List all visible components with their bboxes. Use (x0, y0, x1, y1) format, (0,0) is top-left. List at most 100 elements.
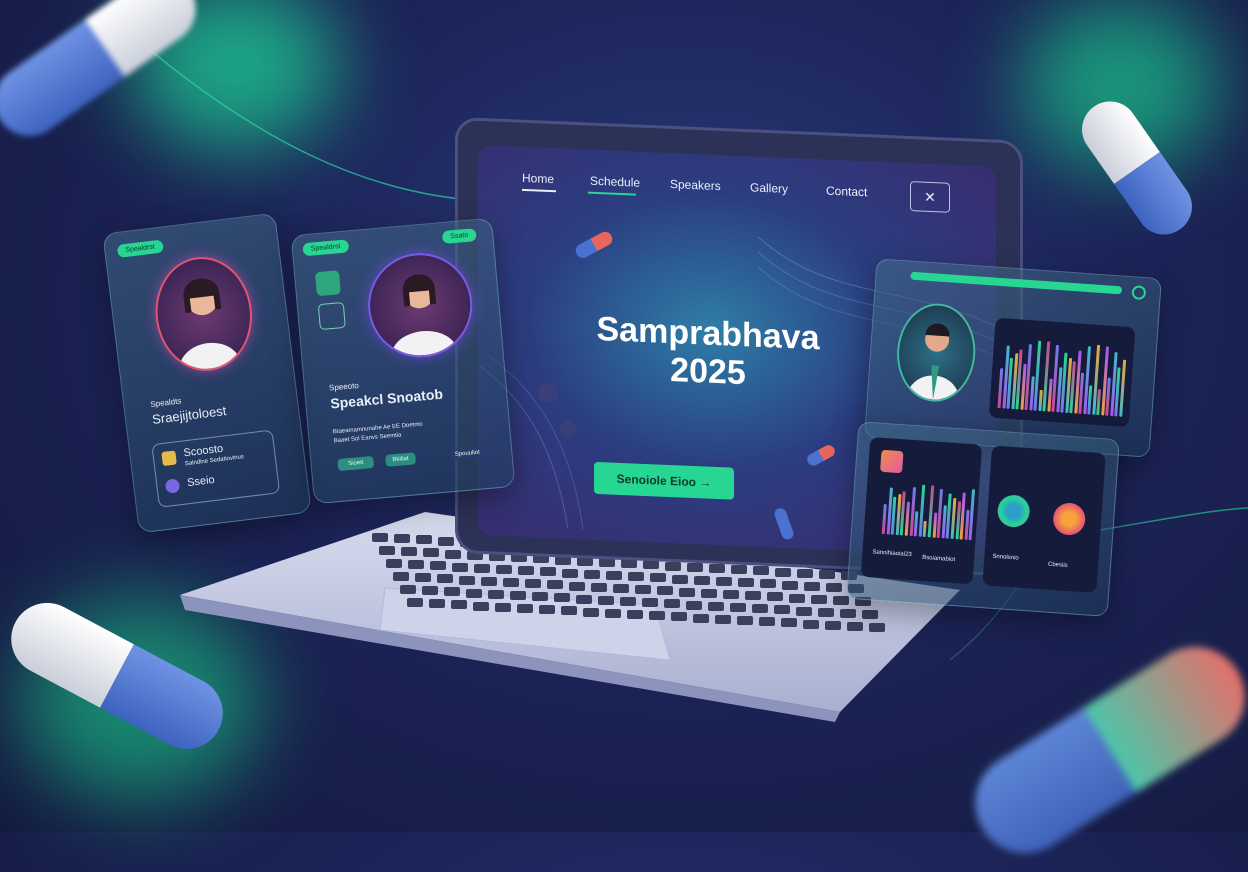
video-icon[interactable] (314, 270, 341, 297)
keyboard-key (825, 620, 841, 630)
keyboard-key (738, 578, 754, 588)
speaker-mid-btn1[interactable]: Sioeit (337, 455, 375, 472)
keyboard-key (408, 560, 424, 570)
keyboard-key (760, 579, 776, 589)
speaker-mid-btn3[interactable]: Spouuliot (448, 446, 486, 462)
person-icon (905, 323, 960, 402)
keyboard-key (708, 601, 724, 611)
speaker-info-box: Scoosto Salndine Sedatiovinus Sseio (151, 429, 281, 508)
keyboard-key (804, 581, 820, 591)
stats-caption1: Sannihiaoiai23 (872, 549, 912, 559)
keyboard-key (642, 598, 658, 608)
calendar-icon (161, 450, 177, 467)
search-icon[interactable] (1131, 285, 1147, 301)
stats-avatar (895, 303, 977, 403)
hero-cta-button[interactable]: Senoiole Eioo → (594, 461, 734, 500)
keyboard-key (767, 592, 783, 602)
keyboard-key (437, 574, 453, 584)
equalizer-bar (922, 520, 928, 538)
keyboard-key (796, 606, 812, 616)
close-button[interactable]: ✕ (910, 181, 950, 213)
keyboard-key (525, 579, 541, 589)
keyboard-key (576, 594, 592, 604)
keyboard-key (694, 575, 710, 585)
keyboard-key (422, 586, 438, 596)
keyboard-key (511, 553, 527, 563)
keyboard-key (649, 611, 665, 621)
keyboard-key (774, 605, 790, 615)
keyboard-key (665, 561, 681, 571)
keyboard-key (394, 534, 410, 544)
keyboard-key (686, 600, 702, 610)
keyboard-key (401, 547, 417, 557)
keyboard-key (488, 589, 504, 599)
speaker-card-left[interactable]: Spealdrst Spealdts Sraejijtoloest Scoost… (102, 212, 312, 534)
keyboard-key (561, 606, 577, 616)
bar-chart-bottom (873, 482, 976, 551)
keyboard-key (693, 613, 709, 623)
keyboard-key (789, 593, 805, 603)
stats-caption3: Snnolsnio (992, 553, 1019, 562)
keyboard-key (496, 565, 512, 574)
keyboard-key (451, 600, 467, 610)
keyboard-key (532, 592, 548, 602)
speaker-mid-btn2[interactable]: Bkiliat (385, 452, 417, 467)
keyboard-key (459, 575, 475, 585)
keyboard-key (737, 616, 753, 625)
keyboard-key (635, 585, 651, 595)
keyboard-key (716, 577, 732, 586)
dial-icon-teal[interactable] (996, 494, 1031, 529)
nav-speakers[interactable]: Speakers (670, 177, 721, 193)
location-icon (164, 478, 181, 494)
keyboard-key (759, 617, 775, 627)
keyboard-key (819, 570, 835, 579)
keyboard-key (833, 596, 849, 605)
dial-icon-orange[interactable] (1052, 501, 1087, 537)
equalizer-bar (968, 489, 976, 541)
speaker-subtitle: Spealdts (149, 396, 182, 410)
keyboard-key (826, 583, 842, 592)
nav-home[interactable]: Home (522, 171, 554, 186)
stats-caption2: Bsoiamabiot (921, 554, 956, 564)
keyboard-key (643, 560, 659, 570)
keyboard-key (503, 578, 519, 587)
keyboard-key (745, 591, 761, 601)
keyboard-key (599, 558, 615, 567)
document-icon[interactable] (317, 301, 346, 331)
keyboard-key (701, 588, 717, 598)
keyboard-key (650, 573, 666, 583)
keyboard-key (569, 581, 585, 591)
nav-schedule[interactable]: Schedule (590, 174, 640, 190)
keyboard-key (584, 569, 600, 579)
keyboard-key (473, 601, 489, 611)
keyboard-key (430, 561, 446, 571)
keyboard-key (591, 582, 607, 592)
keyboard-key (445, 549, 461, 559)
keyboard-key (752, 604, 768, 614)
speaker-card-mid[interactable]: Spealdrst Ssato Speeoto Speakcl Snoatob … (290, 217, 516, 505)
keyboard-key (489, 552, 505, 561)
keyboard-key (474, 563, 490, 573)
keyboard-key (679, 587, 695, 597)
keyboard-key (781, 618, 797, 628)
keyboard-key (620, 597, 636, 606)
keyboard-key (555, 555, 571, 565)
keyboard-key (379, 546, 395, 555)
keyboard-key (416, 535, 432, 545)
keyboard-key (687, 562, 703, 572)
nav-contact[interactable]: Contact (826, 184, 867, 200)
keyboard-key (775, 567, 791, 577)
keyboard-key (840, 609, 856, 618)
speaker-badge: Spealdrst (116, 239, 164, 258)
keyboard-key (598, 595, 614, 605)
keyboard-key (540, 567, 556, 577)
nav-gallery[interactable]: Gallery (750, 180, 788, 196)
hero-cta-label: Senoiole Eioo (616, 471, 696, 490)
keyboard-key (467, 550, 483, 560)
speaker-mid-badge-2: Ssato (441, 228, 477, 245)
keyboard-key (862, 610, 878, 620)
keyboard-key (723, 590, 739, 599)
stats-panel-bottom[interactable]: Sannihiaoiai23 Bsoiamabiot Snnolsnio Cbe… (846, 421, 1120, 617)
keyboard-key (818, 607, 834, 617)
stats-panel-top-header (910, 271, 1123, 295)
